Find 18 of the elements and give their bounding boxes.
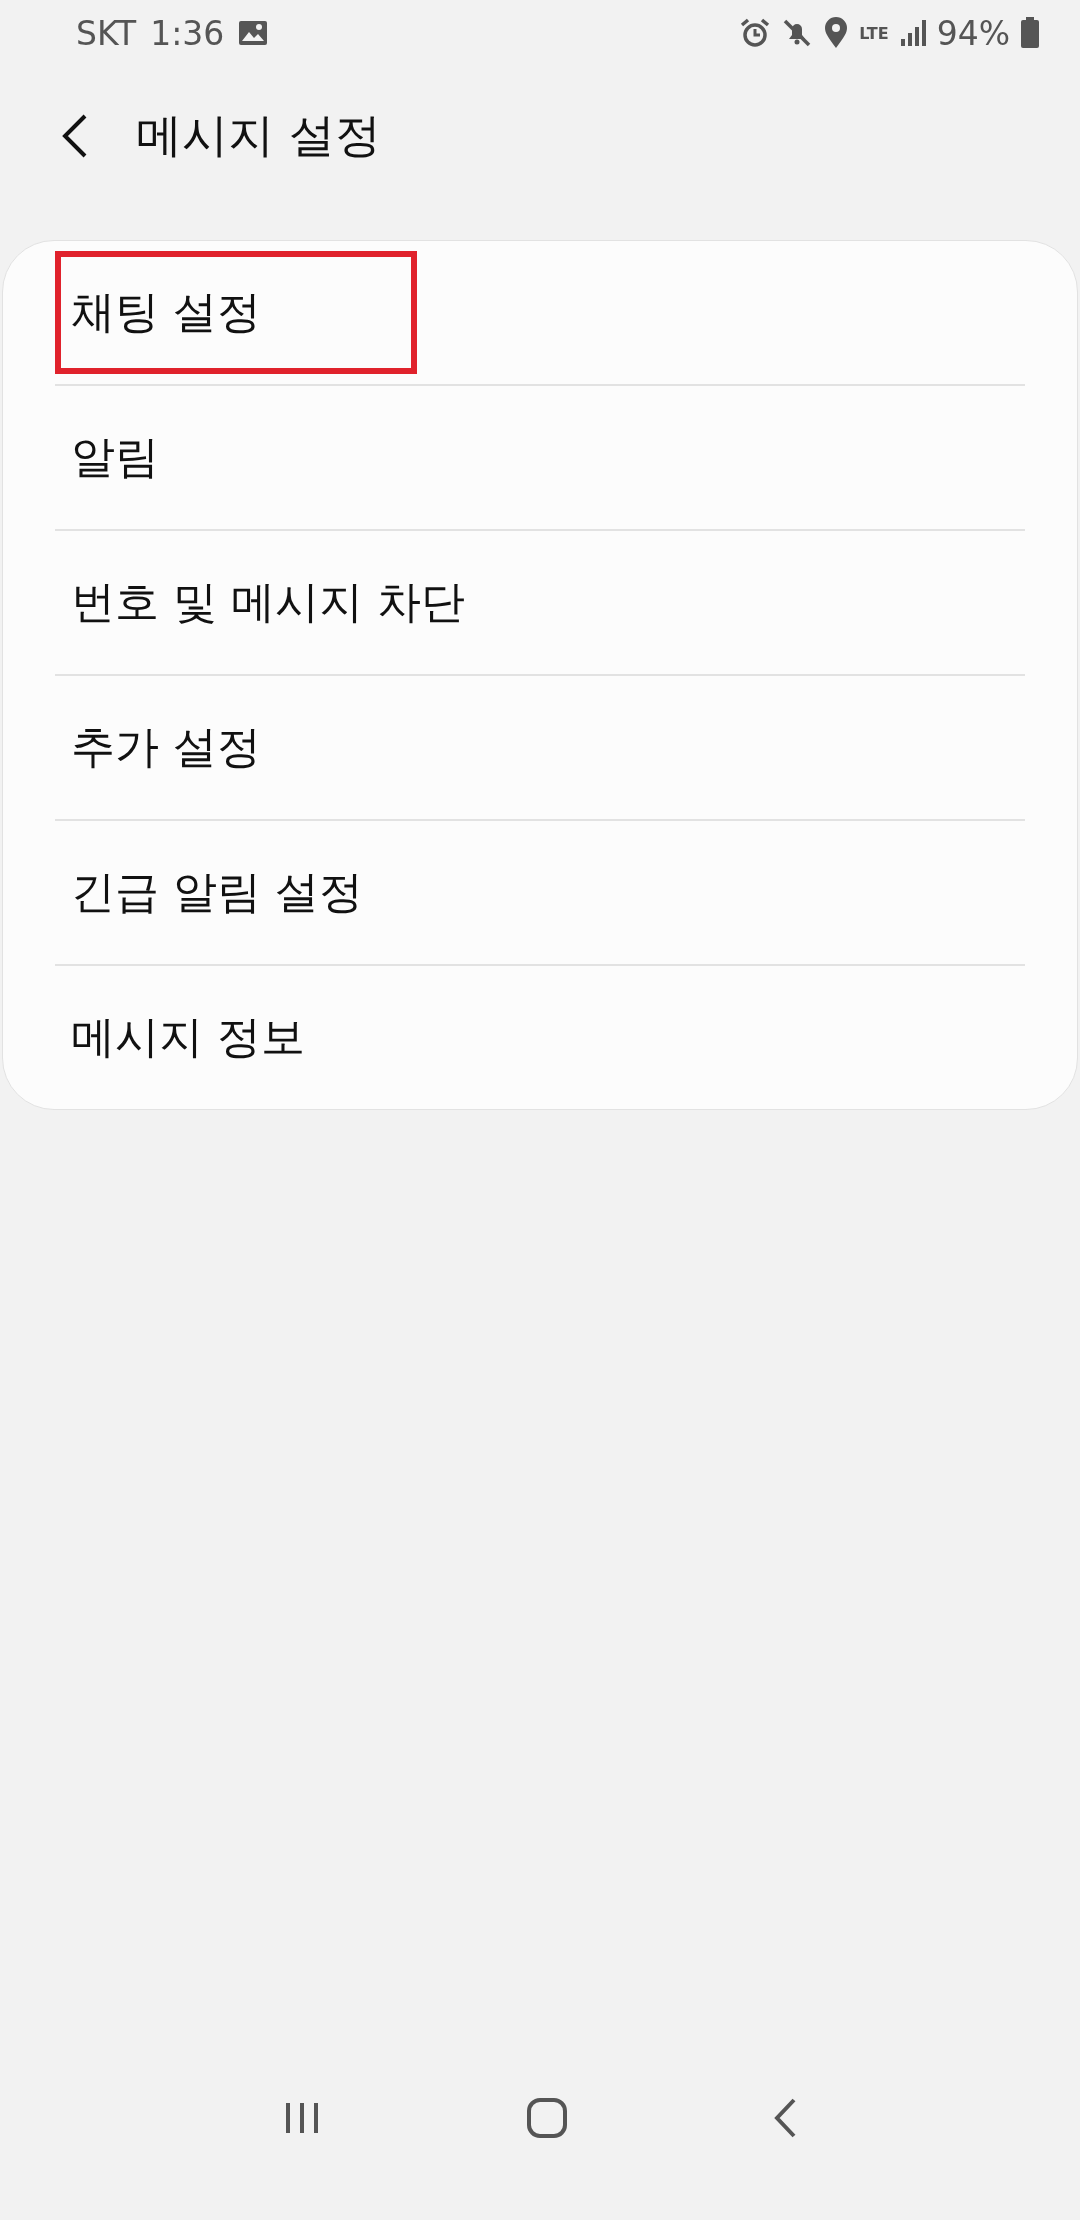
page-title: 메시지 설정 <box>136 107 381 164</box>
carrier-text: SKT <box>76 13 137 53</box>
settings-item[interactable]: 알림 <box>55 396 175 519</box>
settings-item[interactable]: 번호 및 메시지 차단 <box>55 541 481 664</box>
time-text: 1:36 <box>150 13 225 53</box>
signal-icon <box>898 19 927 47</box>
settings-item[interactable]: 추가 설정 <box>55 686 277 809</box>
lte-text: LTE <box>859 23 889 43</box>
settings-item[interactable]: 긴급 알림 설정 <box>55 831 379 954</box>
settings-item[interactable]: 채팅 설정 <box>55 251 417 374</box>
image-icon <box>238 20 269 46</box>
battery-icon <box>1020 17 1040 49</box>
alarm-icon <box>739 17 772 49</box>
location-icon <box>823 17 850 49</box>
battery-text: 94% <box>936 13 1010 53</box>
back-icon[interactable] <box>772 2097 798 2139</box>
home-icon[interactable] <box>526 2097 568 2139</box>
settings-item[interactable]: 메시지 정보 <box>55 976 321 1099</box>
